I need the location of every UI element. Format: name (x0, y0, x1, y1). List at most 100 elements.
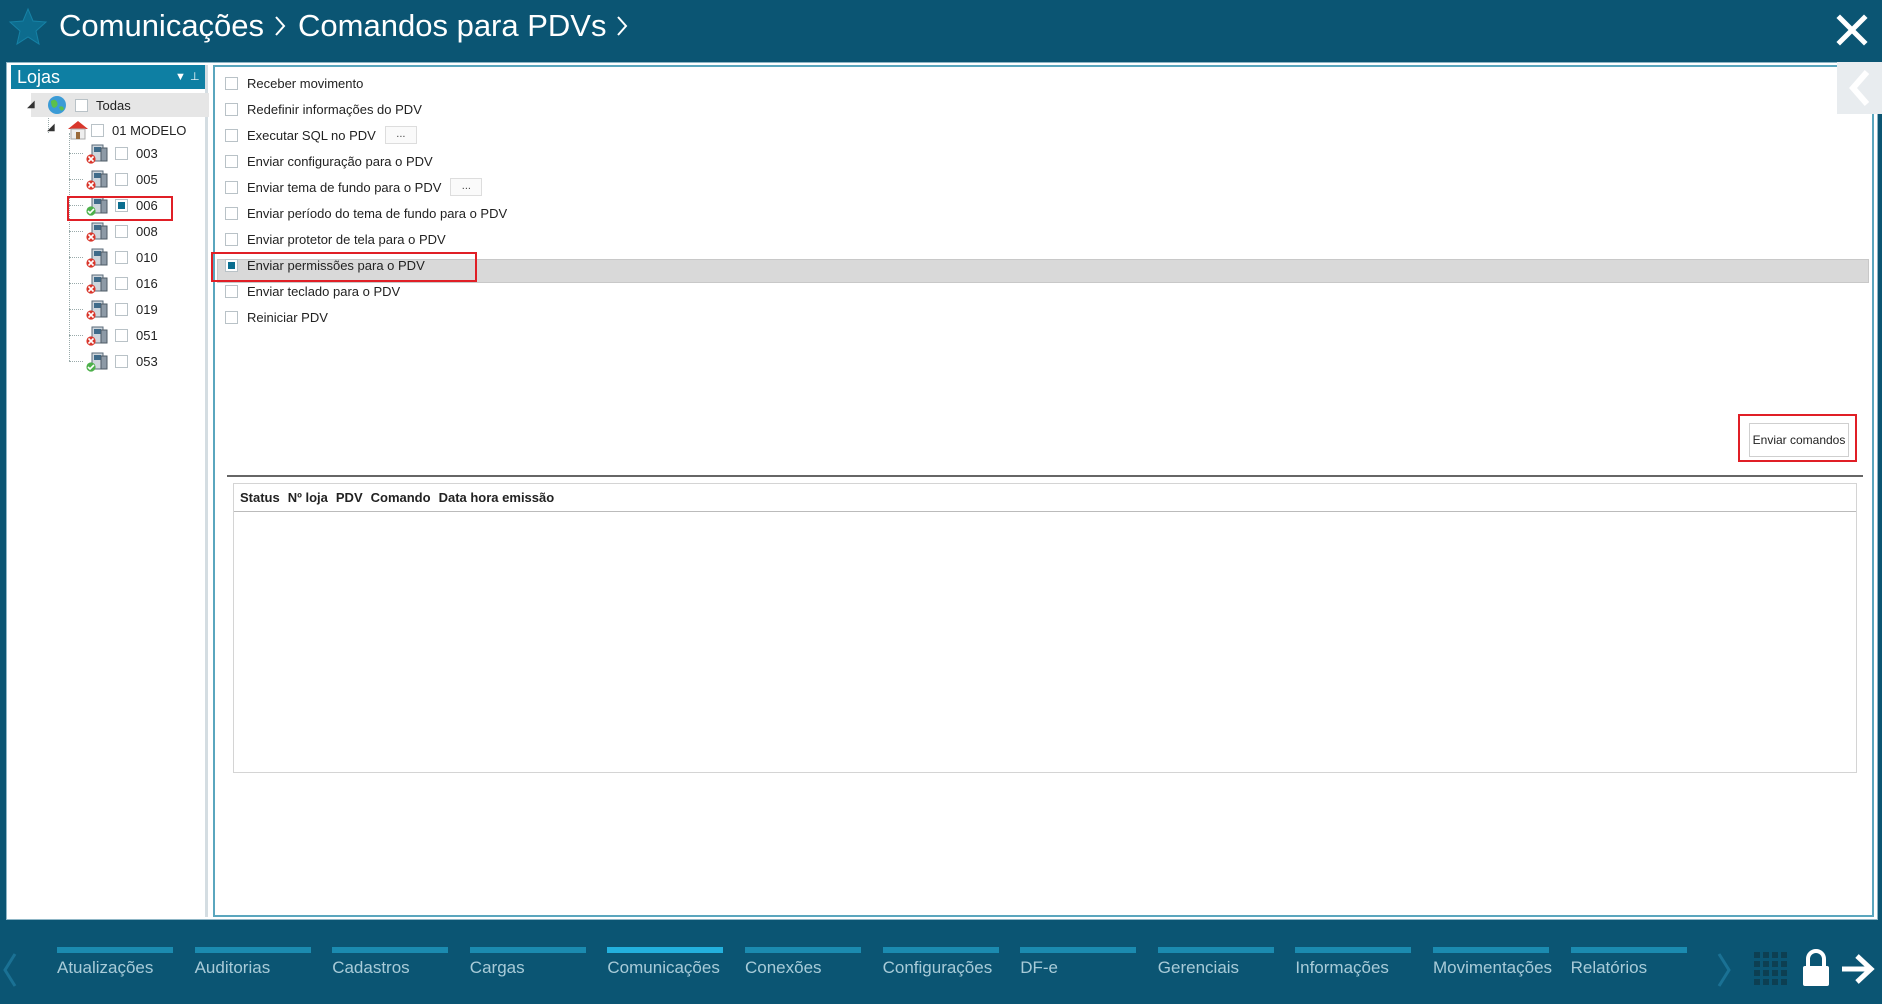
checkbox[interactable] (115, 354, 128, 368)
checkbox[interactable] (91, 123, 104, 137)
tree-item-pdv-051[interactable]: 051 (85, 323, 158, 347)
nav-item-label: Conexões (745, 958, 822, 977)
tree-item-todas[interactable]: Todas (45, 93, 131, 117)
checkbox[interactable] (225, 76, 238, 90)
commands-grid: Status Nº loja PDV Comando Data hora emi… (233, 483, 1857, 773)
command-item[interactable]: Enviar teclado para o PDV (225, 279, 400, 303)
tree-item-pdv-016[interactable]: 016 (85, 271, 158, 295)
expand-toggle-icon[interactable]: ◢ (27, 99, 35, 110)
pdv-terminal-icon (86, 352, 108, 372)
checkbox[interactable] (225, 154, 238, 168)
chevron-left-icon (1849, 70, 1870, 106)
command-item[interactable]: Enviar período do tema de fundo para o P… (225, 201, 507, 225)
nav-item-label: DF-e (1020, 958, 1058, 977)
chevron-right-icon[interactable] (1714, 950, 1734, 990)
checkbox[interactable] (115, 146, 128, 160)
chevron-left-icon[interactable] (0, 950, 20, 990)
checkbox[interactable] (225, 232, 238, 246)
tree-item-label: Todas (96, 97, 131, 113)
nav-item-bar (607, 947, 724, 953)
command-item[interactable]: Enviar protetor de tela para o PDV (225, 227, 446, 251)
pin-icon[interactable]: ⊥ (190, 65, 200, 89)
checkbox[interactable] (75, 98, 88, 112)
command-item[interactable]: Enviar configuração para o PDV (225, 149, 433, 173)
stores-panel-header: Lojas ▼ ⊥ (11, 65, 205, 89)
options-button[interactable]: ... (450, 178, 483, 196)
tree-item-label: 010 (136, 249, 158, 265)
divider (227, 475, 1863, 477)
tree-connector (69, 153, 83, 154)
grid-menu-icon[interactable] (1752, 950, 1790, 988)
breadcrumb-item[interactable]: Comandos para PDVs (298, 8, 606, 44)
nav-item-bar (1157, 947, 1274, 953)
tree-item-pdv-008[interactable]: 008 (85, 219, 158, 243)
checkbox[interactable] (115, 224, 128, 238)
command-item[interactable]: Receber movimento (225, 71, 363, 95)
column-header-pdv[interactable]: PDV (336, 490, 363, 505)
checkbox[interactable] (115, 172, 128, 186)
grid-header: Status Nº loja PDV Comando Data hora emi… (234, 484, 1856, 512)
column-header-status[interactable]: Status (240, 490, 280, 505)
tree-item-pdv-053[interactable]: 053 (85, 349, 158, 373)
pdv-terminal-icon (86, 326, 108, 346)
checkbox[interactable] (115, 328, 128, 342)
chevron-right-icon (275, 16, 286, 36)
tree-item-pdv-019[interactable]: 019 (85, 297, 158, 321)
pdv-terminal-icon (86, 222, 108, 242)
expand-toggle-icon[interactable]: ◢ (47, 122, 55, 133)
close-icon[interactable] (1832, 10, 1872, 50)
command-item[interactable]: Reiniciar PDV (225, 305, 328, 329)
checkbox[interactable] (115, 302, 128, 316)
tree-connector (69, 335, 83, 336)
nav-item-label: Gerenciais (1157, 958, 1240, 977)
star-icon[interactable] (8, 6, 48, 46)
column-header-store[interactable]: Nº loja (288, 490, 328, 505)
tree-item-pdv-003[interactable]: 003 (85, 141, 158, 165)
command-item[interactable]: Redefinir informações do PDV (225, 97, 422, 121)
nav-item-label: Informações (1295, 958, 1389, 977)
options-button[interactable]: ... (384, 126, 417, 144)
command-label: Enviar protetor de tela para o PDV (247, 231, 446, 247)
tree-item-label: 005 (136, 171, 158, 187)
checkbox[interactable] (225, 180, 238, 194)
column-header-datetime[interactable]: Data hora emissão (439, 490, 555, 505)
command-item[interactable]: Executar SQL no PDV... (225, 123, 417, 147)
dropdown-icon[interactable]: ▼ (175, 65, 186, 89)
tree-item-label: 016 (136, 275, 158, 291)
tree-item-store[interactable]: 01 MODELO (65, 118, 186, 142)
checkbox[interactable] (225, 284, 238, 298)
command-label: Enviar período do tema de fundo para o P… (247, 205, 508, 221)
checkbox[interactable] (225, 310, 238, 324)
annotation-permissions-command (211, 252, 477, 282)
tree-connector (69, 231, 83, 232)
checkbox[interactable] (115, 276, 128, 290)
arrow-right-icon[interactable] (1840, 952, 1876, 986)
pdv-terminal-icon (86, 248, 108, 268)
header-bar: Comunicações Comandos para PDVs (0, 0, 1882, 60)
nav-item-bar (745, 947, 861, 953)
command-label: Executar SQL no PDV (247, 127, 376, 143)
annotation-send-button (1738, 414, 1857, 462)
collapse-panel-button[interactable] (1837, 62, 1882, 114)
nav-item-bar (194, 947, 311, 953)
nav-item-bar (332, 947, 449, 953)
checkbox[interactable] (225, 128, 238, 142)
breadcrumb-item[interactable]: Comunicações (59, 8, 264, 44)
tree-item-label: 003 (136, 145, 158, 161)
checkbox[interactable] (225, 102, 238, 116)
tree-connector (69, 309, 83, 310)
checkbox[interactable] (225, 206, 238, 220)
tree-item-pdv-005[interactable]: 005 (85, 167, 158, 191)
command-item[interactable]: Enviar tema de fundo para o PDV... (225, 175, 483, 199)
command-label: Enviar configuração para o PDV (247, 153, 433, 169)
lock-icon[interactable] (1800, 948, 1832, 988)
nav-item-bar (1020, 947, 1137, 953)
globe-icon (48, 96, 66, 114)
tree-connector (69, 361, 83, 362)
commands-panel: Receber movimento Redefinir informações d… (213, 65, 1874, 917)
tree-item-pdv-010[interactable]: 010 (85, 245, 158, 269)
stores-panel: Lojas ▼ ⊥ ◢ Todas ◢ 01 MODELO 003 005 00… (11, 65, 209, 917)
checkbox[interactable] (115, 250, 128, 264)
main-content: Lojas ▼ ⊥ ◢ Todas ◢ 01 MODELO 003 005 00… (6, 62, 1878, 920)
column-header-command[interactable]: Comando (371, 490, 431, 505)
